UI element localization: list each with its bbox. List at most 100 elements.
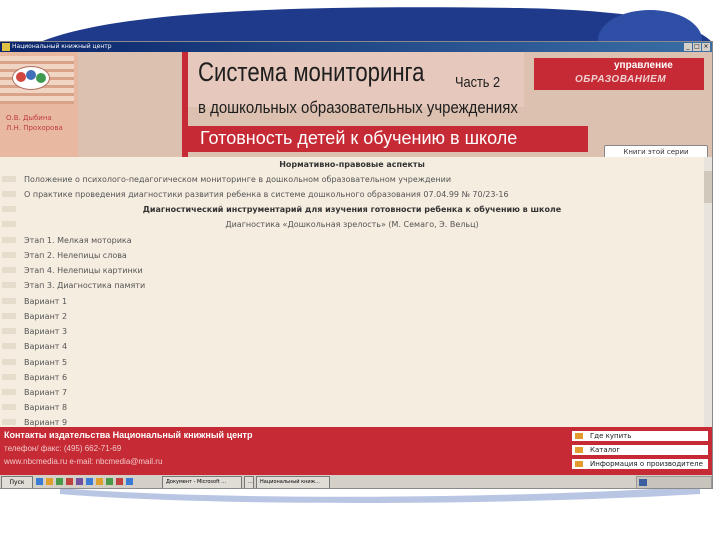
manufacturer-info-link[interactable]: Информация о производителе <box>572 459 708 469</box>
part-label: Часть 2 <box>455 74 501 91</box>
taskbar-task[interactable]: Национальный книж... <box>256 476 330 488</box>
list-item-link[interactable]: Диагностика «Дошкольная зрелость» (М. Се… <box>0 219 704 230</box>
quicklaunch-icon[interactable] <box>86 478 93 485</box>
bullet-icon <box>2 237 16 243</box>
arrow-icon <box>575 461 583 467</box>
list-item-link[interactable]: Этап 2. Нелепицы слова <box>24 250 127 261</box>
site-footer: Контакты издательства Национальный книжн… <box>0 427 712 475</box>
footer-link-label: Информация о производителе <box>590 460 703 468</box>
bullet-icon <box>2 298 16 304</box>
taskbar-task[interactable]: Документ - Microsoft ... <box>162 476 242 488</box>
list-item-link[interactable]: Вариант 1 <box>24 296 67 307</box>
list-item[interactable]: Вариант 7 <box>0 385 704 400</box>
list-item[interactable]: Этап 1. Мелкая моторика <box>0 233 704 248</box>
list-item[interactable]: Этап 4. Нелепицы картинки <box>0 263 704 278</box>
quicklaunch-icon[interactable] <box>36 478 43 485</box>
list-item[interactable]: Вариант 3 <box>0 324 704 339</box>
author-name: Л.Н. Прохорова <box>6 124 63 132</box>
list-item-link[interactable]: Вариант 8 <box>24 402 67 413</box>
bullet-icon <box>2 343 16 349</box>
browser-window: Национальный книжный центр _ □ × О.В. Ды… <box>0 42 712 488</box>
quicklaunch-icon[interactable] <box>66 478 73 485</box>
list-item-link[interactable]: Вариант 7 <box>24 387 67 398</box>
arrow-icon <box>575 433 583 439</box>
tray-icon <box>639 479 647 486</box>
where-to-buy-link[interactable]: Где купить <box>572 431 708 441</box>
list-item[interactable]: Вариант 6 <box>0 370 704 385</box>
publisher-logo <box>12 66 50 90</box>
contacts-phone: телефон/ факс: (495) 662-71-69 <box>4 444 122 453</box>
quicklaunch-icon[interactable] <box>116 478 123 485</box>
title-bar: Национальный книжный центр _ □ × <box>0 42 712 52</box>
list-item[interactable]: Вариант 2 <box>0 309 704 324</box>
list-item[interactable]: Вариант 1 <box>0 294 704 309</box>
list-item[interactable]: Вариант 8 <box>0 400 704 415</box>
system-tray[interactable] <box>636 476 712 488</box>
site-header: О.В. Дыбина Л.Н. Прохорова Система монит… <box>0 52 712 159</box>
brand-text-bottom: ОБРАЗОВАНИЕМ <box>575 74 667 85</box>
list-item[interactable]: О практике проведения диагностики развит… <box>0 187 704 202</box>
list-item-link[interactable]: Вариант 5 <box>24 357 67 368</box>
maximize-button[interactable]: □ <box>693 43 701 51</box>
bullet-icon <box>2 252 16 258</box>
bullet-icon <box>2 404 16 410</box>
page-subtitle: в дошкольных образовательных учреждениях <box>198 98 518 117</box>
bullet-icon <box>2 419 16 425</box>
quicklaunch-icon[interactable] <box>96 478 103 485</box>
list-item-label: Диагностический инструментарий для изуче… <box>142 205 562 214</box>
close-button[interactable]: × <box>702 43 710 51</box>
bullet-icon <box>2 313 16 319</box>
start-label: Пуск <box>9 479 25 486</box>
task-label: Документ - Microsoft ... <box>166 479 227 485</box>
bullet-icon <box>2 328 16 334</box>
list-item[interactable]: Вариант 4 <box>0 339 704 354</box>
list-item-link[interactable]: Вариант 4 <box>24 341 67 352</box>
list-item-link[interactable]: Этап 3. Диагностика памяти <box>24 280 145 291</box>
vertical-scrollbar[interactable] <box>704 157 712 427</box>
footer-link-label: Каталог <box>590 446 621 454</box>
task-label: Национальный книж... <box>260 479 320 485</box>
window-title: Национальный книжный центр <box>12 43 112 50</box>
list-item[interactable]: Вариант 5 <box>0 355 704 370</box>
bullet-icon <box>2 176 16 182</box>
list-item-link[interactable]: О практике проведения диагностики развит… <box>24 189 509 200</box>
logo-area: О.В. Дыбина Л.Н. Прохорова <box>0 52 78 157</box>
list-item-link[interactable]: Положение о психолого-педагогическом мон… <box>24 174 451 185</box>
quicklaunch-icon[interactable] <box>46 478 53 485</box>
taskbar: Пуск Документ - Microsoft ... ... Национ… <box>0 475 712 488</box>
list-item[interactable]: Диагностика «Дошкольная зрелость» (М. Се… <box>0 217 704 232</box>
app-icon <box>2 43 10 51</box>
list-item-link[interactable]: Вариант 9 <box>24 417 67 427</box>
arrow-icon <box>575 447 583 453</box>
author-name: О.В. Дыбина <box>6 114 52 122</box>
taskbar-task[interactable]: ... <box>244 476 254 488</box>
catalog-link[interactable]: Каталог <box>572 445 708 455</box>
start-button[interactable]: Пуск <box>1 476 33 488</box>
page-title: Система мониторинга <box>198 57 425 87</box>
quicklaunch-icon[interactable] <box>56 478 63 485</box>
list-item-link[interactable]: Этап 4. Нелепицы картинки <box>24 265 143 276</box>
scroll-thumb[interactable] <box>704 171 712 203</box>
list-item-link[interactable]: Вариант 3 <box>24 326 67 337</box>
section-title: Готовность детей к обучению в школе <box>200 128 518 148</box>
list-item[interactable]: Положение о психолого-педагогическом мон… <box>0 172 704 187</box>
bullet-icon <box>2 191 16 197</box>
bullet-icon <box>2 282 16 288</box>
bullet-icon <box>2 359 16 365</box>
quicklaunch-icon[interactable] <box>126 478 133 485</box>
list-item[interactable]: Этап 3. Диагностика памяти <box>0 278 704 293</box>
minimize-button[interactable]: _ <box>684 43 692 51</box>
footer-link-label: Где купить <box>590 432 632 440</box>
list-item[interactable]: Вариант 9 <box>0 415 704 427</box>
list-item-label: Нормативно-правовые аспекты <box>279 160 425 169</box>
quicklaunch-icon[interactable] <box>106 478 113 485</box>
list-item-link[interactable]: Вариант 6 <box>24 372 67 383</box>
list-item[interactable]: Этап 2. Нелепицы слова <box>0 248 704 263</box>
list-item-link[interactable]: Этап 1. Мелкая моторика <box>24 235 132 246</box>
quicklaunch-icon[interactable] <box>76 478 83 485</box>
contacts-web[interactable]: www.nbcmedia.ru e-mail: nbcmedia@mail.ru <box>4 457 162 466</box>
list-item-link[interactable]: Вариант 2 <box>24 311 67 322</box>
bullet-icon <box>2 389 16 395</box>
task-label: ... <box>248 479 253 485</box>
content-list: Нормативно-правовые аспекты Положение о … <box>0 157 704 427</box>
